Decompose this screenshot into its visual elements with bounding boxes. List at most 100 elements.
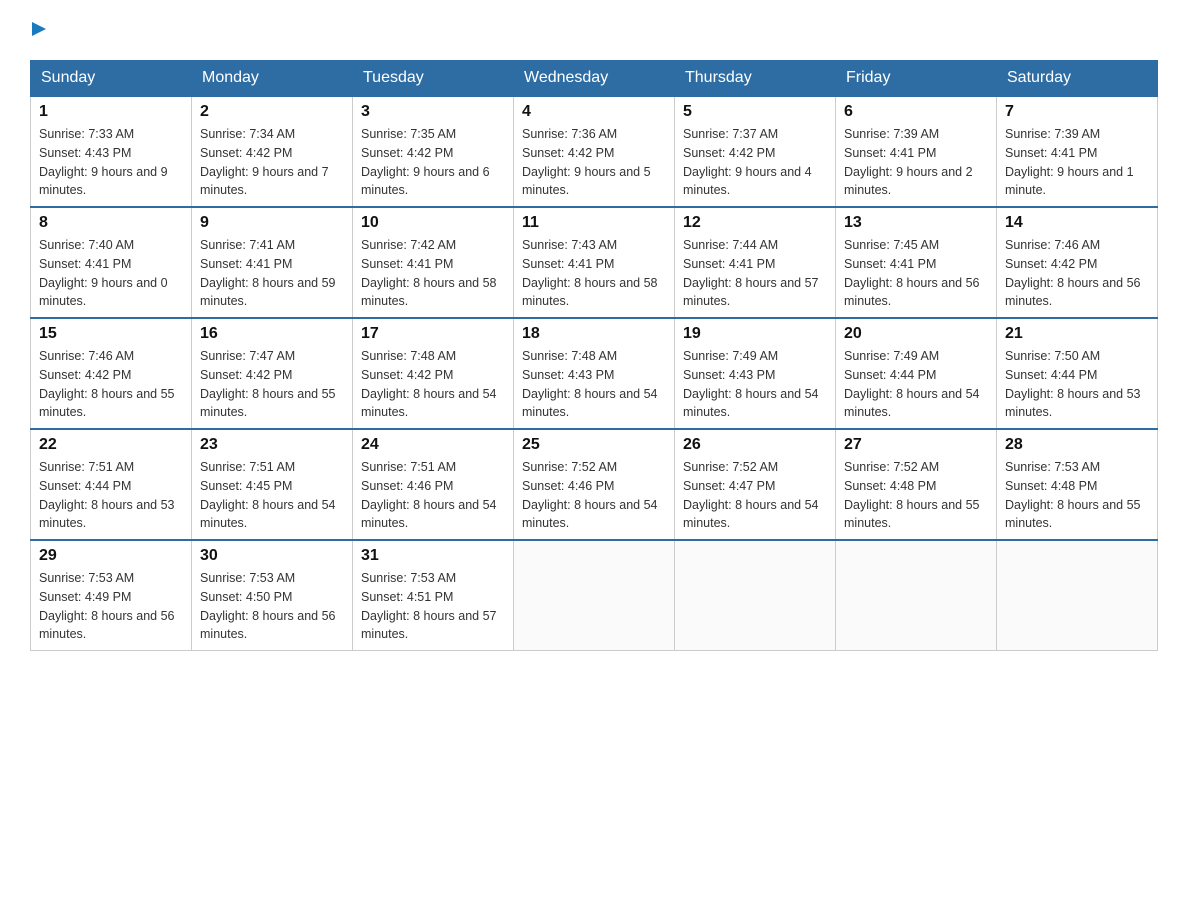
day-info: Sunrise: 7:51 AMSunset: 4:46 PMDaylight:… xyxy=(361,458,505,533)
logo xyxy=(30,20,50,40)
calendar-cell: 4 Sunrise: 7:36 AMSunset: 4:42 PMDaylight… xyxy=(514,96,675,207)
day-number: 26 xyxy=(683,436,827,454)
calendar-cell xyxy=(836,540,997,651)
day-number: 20 xyxy=(844,325,988,343)
calendar-cell: 23 Sunrise: 7:51 AMSunset: 4:45 PMDayligh… xyxy=(192,429,353,540)
calendar-cell: 3 Sunrise: 7:35 AMSunset: 4:42 PMDaylight… xyxy=(353,96,514,207)
day-info: Sunrise: 7:40 AMSunset: 4:41 PMDaylight:… xyxy=(39,236,183,311)
calendar-cell: 8 Sunrise: 7:40 AMSunset: 4:41 PMDaylight… xyxy=(31,207,192,318)
calendar-week-row: 22 Sunrise: 7:51 AMSunset: 4:44 PMDayligh… xyxy=(31,429,1158,540)
day-number: 23 xyxy=(200,436,344,454)
calendar-cell: 26 Sunrise: 7:52 AMSunset: 4:47 PMDayligh… xyxy=(675,429,836,540)
day-info: Sunrise: 7:52 AMSunset: 4:48 PMDaylight:… xyxy=(844,458,988,533)
calendar-cell: 11 Sunrise: 7:43 AMSunset: 4:41 PMDayligh… xyxy=(514,207,675,318)
calendar-cell xyxy=(997,540,1158,651)
calendar-cell: 7 Sunrise: 7:39 AMSunset: 4:41 PMDaylight… xyxy=(997,96,1158,207)
day-info: Sunrise: 7:48 AMSunset: 4:42 PMDaylight:… xyxy=(361,347,505,422)
day-number: 12 xyxy=(683,214,827,232)
calendar-cell: 15Sunrise: 7:46 AMSunset: 4:42 PMDayligh… xyxy=(31,318,192,429)
day-number: 7 xyxy=(1005,103,1149,121)
calendar-cell: 20 Sunrise: 7:49 AMSunset: 4:44 PMDayligh… xyxy=(836,318,997,429)
day-info: Sunrise: 7:41 AMSunset: 4:41 PMDaylight:… xyxy=(200,236,344,311)
day-number: 2 xyxy=(200,103,344,121)
day-number: 5 xyxy=(683,103,827,121)
day-info: Sunrise: 7:51 AMSunset: 4:44 PMDaylight:… xyxy=(39,458,183,533)
calendar-cell: 19 Sunrise: 7:49 AMSunset: 4:43 PMDayligh… xyxy=(675,318,836,429)
day-info: Sunrise: 7:33 AMSunset: 4:43 PMDaylight:… xyxy=(39,125,183,200)
day-info: Sunrise: 7:49 AMSunset: 4:44 PMDaylight:… xyxy=(844,347,988,422)
day-info: Sunrise: 7:52 AMSunset: 4:46 PMDaylight:… xyxy=(522,458,666,533)
day-number: 3 xyxy=(361,103,505,121)
calendar-cell: 21 Sunrise: 7:50 AMSunset: 4:44 PMDayligh… xyxy=(997,318,1158,429)
calendar-cell: 25Sunrise: 7:52 AMSunset: 4:46 PMDayligh… xyxy=(514,429,675,540)
column-header-sunday: Sunday xyxy=(31,61,192,97)
calendar-cell: 1 Sunrise: 7:33 AMSunset: 4:43 PMDaylight… xyxy=(31,96,192,207)
calendar-cell: 10 Sunrise: 7:42 AMSunset: 4:41 PMDayligh… xyxy=(353,207,514,318)
day-info: Sunrise: 7:53 AMSunset: 4:50 PMDaylight:… xyxy=(200,569,344,644)
day-number: 27 xyxy=(844,436,988,454)
day-number: 6 xyxy=(844,103,988,121)
day-number: 21 xyxy=(1005,325,1149,343)
day-number: 19 xyxy=(683,325,827,343)
day-number: 1 xyxy=(39,103,183,121)
day-info: Sunrise: 7:43 AMSunset: 4:41 PMDaylight:… xyxy=(522,236,666,311)
day-number: 29 xyxy=(39,547,183,565)
day-info: Sunrise: 7:34 AMSunset: 4:42 PMDaylight:… xyxy=(200,125,344,200)
day-info: Sunrise: 7:53 AMSunset: 4:49 PMDaylight:… xyxy=(39,569,183,644)
day-number: 10 xyxy=(361,214,505,232)
day-number: 30 xyxy=(200,547,344,565)
day-info: Sunrise: 7:45 AMSunset: 4:41 PMDaylight:… xyxy=(844,236,988,311)
day-info: Sunrise: 7:39 AMSunset: 4:41 PMDaylight:… xyxy=(844,125,988,200)
calendar-week-row: 1 Sunrise: 7:33 AMSunset: 4:43 PMDaylight… xyxy=(31,96,1158,207)
calendar-week-row: 29 Sunrise: 7:53 AMSunset: 4:49 PMDayligh… xyxy=(31,540,1158,651)
calendar-week-row: 8 Sunrise: 7:40 AMSunset: 4:41 PMDaylight… xyxy=(31,207,1158,318)
calendar-cell: 31Sunrise: 7:53 AMSunset: 4:51 PMDayligh… xyxy=(353,540,514,651)
calendar-cell: 29 Sunrise: 7:53 AMSunset: 4:49 PMDayligh… xyxy=(31,540,192,651)
day-info: Sunrise: 7:39 AMSunset: 4:41 PMDaylight:… xyxy=(1005,125,1149,200)
calendar-cell: 30 Sunrise: 7:53 AMSunset: 4:50 PMDayligh… xyxy=(192,540,353,651)
calendar-cell: 17Sunrise: 7:48 AMSunset: 4:42 PMDayligh… xyxy=(353,318,514,429)
logo-arrow-icon xyxy=(32,20,50,38)
column-header-monday: Monday xyxy=(192,61,353,97)
day-number: 24 xyxy=(361,436,505,454)
day-number: 31 xyxy=(361,547,505,565)
day-info: Sunrise: 7:47 AMSunset: 4:42 PMDaylight:… xyxy=(200,347,344,422)
calendar-cell: 18 Sunrise: 7:48 AMSunset: 4:43 PMDayligh… xyxy=(514,318,675,429)
day-number: 18 xyxy=(522,325,666,343)
column-header-tuesday: Tuesday xyxy=(353,61,514,97)
calendar-cell: 9 Sunrise: 7:41 AMSunset: 4:41 PMDaylight… xyxy=(192,207,353,318)
day-number: 8 xyxy=(39,214,183,232)
day-info: Sunrise: 7:36 AMSunset: 4:42 PMDaylight:… xyxy=(522,125,666,200)
calendar-cell: 5 Sunrise: 7:37 AMSunset: 4:42 PMDaylight… xyxy=(675,96,836,207)
calendar-cell: 12 Sunrise: 7:44 AMSunset: 4:41 PMDayligh… xyxy=(675,207,836,318)
day-info: Sunrise: 7:48 AMSunset: 4:43 PMDaylight:… xyxy=(522,347,666,422)
calendar-cell xyxy=(514,540,675,651)
day-number: 9 xyxy=(200,214,344,232)
day-info: Sunrise: 7:52 AMSunset: 4:47 PMDaylight:… xyxy=(683,458,827,533)
day-info: Sunrise: 7:51 AMSunset: 4:45 PMDaylight:… xyxy=(200,458,344,533)
day-number: 13 xyxy=(844,214,988,232)
calendar-cell: 2 Sunrise: 7:34 AMSunset: 4:42 PMDaylight… xyxy=(192,96,353,207)
column-header-wednesday: Wednesday xyxy=(514,61,675,97)
day-info: Sunrise: 7:50 AMSunset: 4:44 PMDaylight:… xyxy=(1005,347,1149,422)
calendar-cell: 28Sunrise: 7:53 AMSunset: 4:48 PMDayligh… xyxy=(997,429,1158,540)
day-info: Sunrise: 7:35 AMSunset: 4:42 PMDaylight:… xyxy=(361,125,505,200)
calendar-cell xyxy=(675,540,836,651)
day-info: Sunrise: 7:44 AMSunset: 4:41 PMDaylight:… xyxy=(683,236,827,311)
day-number: 11 xyxy=(522,214,666,232)
day-number: 22 xyxy=(39,436,183,454)
calendar-cell: 6 Sunrise: 7:39 AMSunset: 4:41 PMDaylight… xyxy=(836,96,997,207)
calendar-cell: 16 Sunrise: 7:47 AMSunset: 4:42 PMDayligh… xyxy=(192,318,353,429)
day-info: Sunrise: 7:49 AMSunset: 4:43 PMDaylight:… xyxy=(683,347,827,422)
calendar-table: SundayMondayTuesdayWednesdayThursdayFrid… xyxy=(30,60,1158,651)
day-number: 4 xyxy=(522,103,666,121)
day-info: Sunrise: 7:53 AMSunset: 4:48 PMDaylight:… xyxy=(1005,458,1149,533)
calendar-cell: 14Sunrise: 7:46 AMSunset: 4:42 PMDayligh… xyxy=(997,207,1158,318)
column-header-friday: Friday xyxy=(836,61,997,97)
day-number: 14 xyxy=(1005,214,1149,232)
calendar-cell: 24 Sunrise: 7:51 AMSunset: 4:46 PMDayligh… xyxy=(353,429,514,540)
day-info: Sunrise: 7:42 AMSunset: 4:41 PMDaylight:… xyxy=(361,236,505,311)
day-number: 16 xyxy=(200,325,344,343)
calendar-week-row: 15Sunrise: 7:46 AMSunset: 4:42 PMDayligh… xyxy=(31,318,1158,429)
day-info: Sunrise: 7:37 AMSunset: 4:42 PMDaylight:… xyxy=(683,125,827,200)
